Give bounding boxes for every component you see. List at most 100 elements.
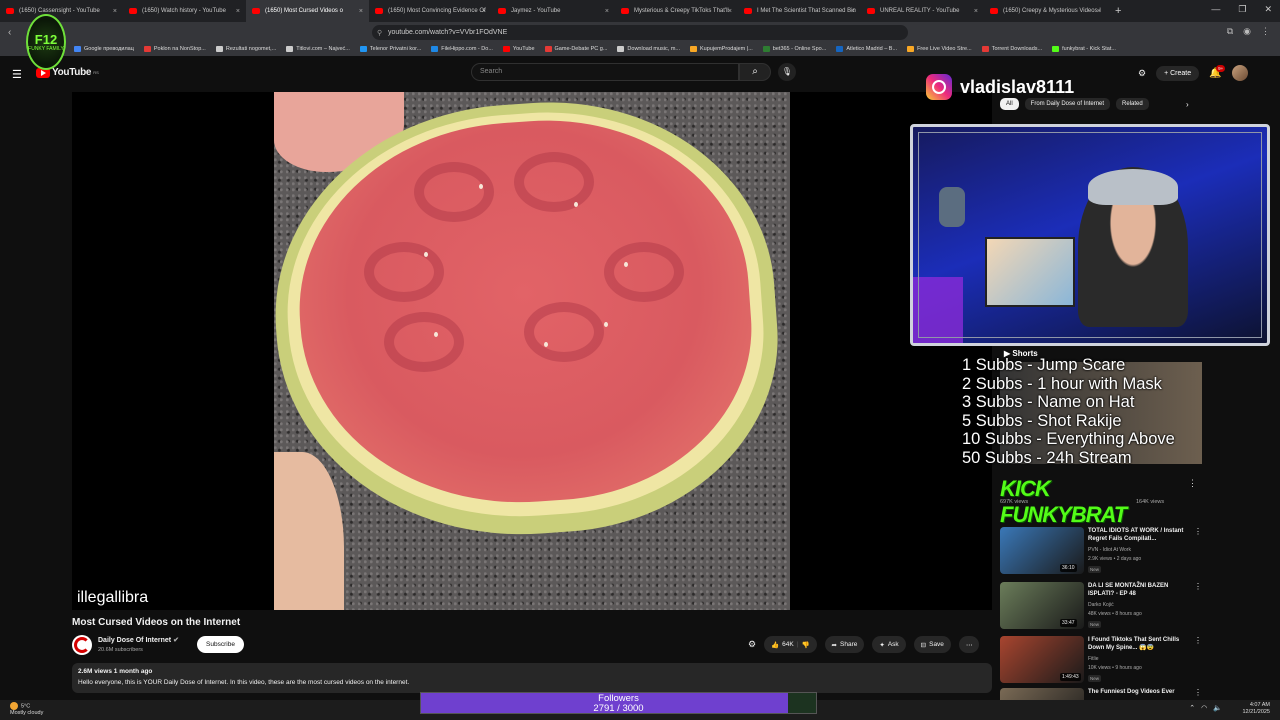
- tab-title: (1650) Most Cursed Videos o: [265, 8, 343, 14]
- bookmark-label: bet365 - Online Spo...: [772, 46, 827, 52]
- browser-tab[interactable]: Jaymez - YouTube ×: [492, 0, 615, 22]
- speaker-icon[interactable]: 🔈: [1213, 704, 1222, 712]
- weather-text: Mostly cloudy: [10, 710, 44, 717]
- more-actions-button[interactable]: ⋯: [958, 636, 980, 653]
- gear-icon[interactable]: ⚙: [748, 639, 756, 650]
- tab-close-icon[interactable]: ×: [1097, 8, 1101, 15]
- bookmark-item[interactable]: Free Live Video Stre...: [907, 46, 972, 52]
- channel-avatar[interactable]: [72, 635, 92, 655]
- bookmark-label: Free Live Video Stre...: [917, 46, 972, 52]
- bookmark-label: KupujemProdajem |...: [700, 46, 753, 52]
- tab-title: (1650) Cassensight - YouTube: [19, 8, 100, 14]
- bookmark-favicon-icon: [74, 46, 81, 52]
- youtube-favicon-icon: [990, 8, 998, 14]
- back-icon[interactable]: ‹: [8, 27, 20, 38]
- description-box[interactable]: 2.6M views 1 month ago Hello everyone, t…: [72, 663, 992, 693]
- browser-tab[interactable]: I Met The Scientist That Scanned Bin ×: [738, 0, 861, 22]
- tab-close-icon[interactable]: ×: [359, 8, 363, 15]
- cast-icon[interactable]: ⚙: [1138, 68, 1146, 79]
- bookmark-item[interactable]: bet365 - Online Spo...: [762, 46, 827, 52]
- tab-close-icon[interactable]: ×: [974, 8, 978, 15]
- bookmark-item[interactable]: KupujemProdajem |...: [690, 46, 753, 52]
- youtube-favicon-icon: [375, 8, 383, 14]
- wifi-icon[interactable]: ◠: [1201, 704, 1207, 712]
- more-options-icon[interactable]: ⋮: [1194, 636, 1202, 645]
- bookmark-item[interactable]: Torrent Downloads...: [981, 46, 1043, 52]
- video-frame-watermelon: [274, 92, 790, 610]
- close-icon[interactable]: ✕: [1264, 4, 1272, 15]
- youtube-wordmark: YouTube: [52, 67, 92, 78]
- search-input[interactable]: Search: [471, 63, 739, 81]
- profile-icon[interactable]: ◉: [1243, 26, 1251, 37]
- save-label: Save: [929, 641, 944, 648]
- bookmark-favicon-icon: [215, 46, 223, 52]
- browser-tab[interactable]: (1650) Cassensight - YouTube ×: [0, 0, 123, 22]
- more-options-icon[interactable]: ⋮: [1194, 688, 1202, 697]
- new-tab-icon[interactable]: +: [1115, 5, 1121, 17]
- video-title: TOTAL IDIOTS AT WORK / Instant Regret Fa…: [1088, 528, 1184, 542]
- recommended-video[interactable]: 33:47 DA LI SE MONTAŽNI BAZEN ISPLATI? - …: [1000, 582, 1206, 630]
- bookmark-item[interactable]: Rezultati nogomet,...: [215, 46, 276, 52]
- bookmark-favicon-icon: [502, 46, 510, 52]
- bookmark-item[interactable]: Titlovi.com – Najveć...: [286, 46, 350, 52]
- tab-close-icon[interactable]: ×: [236, 8, 240, 15]
- voice-search-button[interactable]: 🎙: [778, 63, 796, 81]
- tab-close-icon[interactable]: ×: [605, 8, 609, 15]
- channel-name[interactable]: Daily Dose Of Internet ✔: [98, 636, 179, 644]
- like-button[interactable]: 👍 64K | 👎: [764, 636, 817, 653]
- tab-close-icon[interactable]: ×: [113, 8, 117, 15]
- bookmark-favicon-icon: [1052, 46, 1060, 52]
- browser-tab[interactable]: UNREAL REALITY - YouTube ×: [861, 0, 984, 22]
- extension-icon[interactable]: ⧉: [1227, 26, 1233, 37]
- youtube-favicon-icon: [498, 8, 506, 14]
- menu-dots-icon[interactable]: ⋮: [1261, 26, 1270, 37]
- minimize-icon[interactable]: —: [1211, 4, 1220, 15]
- chevron-up-icon[interactable]: ⌃: [1189, 704, 1195, 712]
- create-button[interactable]: + Create: [1156, 65, 1200, 81]
- subscribe-button[interactable]: Subscribe: [197, 636, 244, 653]
- video-actions: ⚙ 👍 64K | 👎 ➦ Share ✦ Ask ⊟ Save ⋯: [748, 636, 980, 653]
- thumbs-down-icon[interactable]: 👎: [801, 641, 809, 649]
- chevron-right-icon[interactable]: ›: [1186, 100, 1189, 109]
- bookmark-item[interactable]: FileHippo.com - Do...: [431, 46, 493, 52]
- clock-date: 12/21/2025: [1242, 709, 1270, 715]
- video-player[interactable]: illegallibra: [72, 92, 992, 610]
- clock[interactable]: 4:07 AM 12/21/2025: [1242, 702, 1270, 716]
- more-options-icon[interactable]: ⋮: [1194, 582, 1202, 591]
- recommended-video[interactable]: 36:10 TOTAL IDIOTS AT WORK / Instant Regr…: [1000, 527, 1206, 575]
- user-avatar[interactable]: [1231, 65, 1248, 81]
- tab-close-icon[interactable]: ×: [482, 8, 486, 15]
- notifications-bell-icon[interactable]: 🔔 9+: [1209, 64, 1226, 79]
- save-button[interactable]: ⊟ Save: [913, 636, 951, 653]
- more-options-icon[interactable]: ⋮: [1194, 527, 1202, 536]
- bookmark-favicon-icon: [286, 46, 294, 52]
- bookmark-item[interactable]: Game-Debate PC g...: [544, 46, 607, 52]
- browser-tab[interactable]: (1650) Creepy & Mysterious Videos I ×: [984, 0, 1107, 22]
- tab-close-icon[interactable]: ×: [728, 8, 732, 15]
- bookmark-item[interactable]: funkybrat - Kick Stat...: [1052, 46, 1116, 52]
- bookmark-label: Torrent Downloads...: [991, 46, 1043, 52]
- bookmark-item[interactable]: Telenor Privatni kor...: [359, 46, 421, 52]
- chip-related[interactable]: Related: [1116, 98, 1149, 110]
- browser-tab[interactable]: (1650) Watch history - YouTube ×: [123, 0, 246, 22]
- bookmark-item[interactable]: YouTube: [502, 46, 535, 52]
- ask-button[interactable]: ✦ Ask: [872, 636, 906, 653]
- url-bar[interactable]: ⚲ youtube.com/watch?v=VVbr1FOdVNE: [372, 25, 908, 40]
- site-info-icon[interactable]: ⚲: [377, 29, 382, 37]
- weather-icon: [10, 702, 18, 710]
- bookmark-item[interactable]: Poklon na NonStop...: [143, 46, 206, 52]
- recommended-video[interactable]: 1:49:43 I Found Tiktoks That Sent Chills …: [1000, 636, 1206, 684]
- hamburger-menu-icon[interactable]: ☰: [12, 68, 22, 81]
- bookmark-item[interactable]: Google преводилац: [74, 46, 134, 52]
- shorts-more-icon[interactable]: ⋮: [1188, 478, 1197, 489]
- browser-tab[interactable]: Mysterious & Creepy TikToks That'll ×: [615, 0, 738, 22]
- share-button[interactable]: ➦ Share: [824, 636, 865, 653]
- restore-icon[interactable]: ❐: [1238, 4, 1246, 15]
- browser-tab[interactable]: (1650) Most Convincing Evidence Of ×: [369, 0, 492, 22]
- browser-tab[interactable]: (1650) Most Cursed Videos o ×: [246, 0, 369, 22]
- bookmark-item[interactable]: Download music, m...: [617, 46, 680, 52]
- search-button[interactable]: ⌕: [739, 63, 771, 81]
- weather-widget[interactable]: 5°C Mostly cloudy: [10, 702, 43, 717]
- bookmark-item[interactable]: Atletico Madrid – B...: [836, 46, 897, 52]
- tab-close-icon[interactable]: ×: [851, 8, 855, 15]
